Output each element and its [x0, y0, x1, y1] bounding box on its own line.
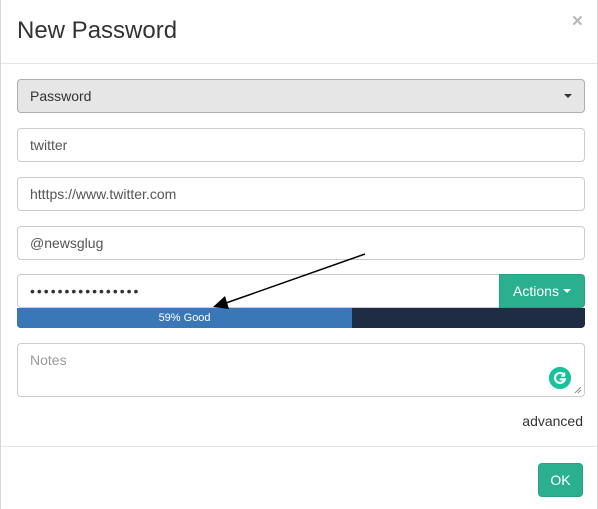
password-strength-bar: 59% Good: [17, 308, 585, 328]
strength-label: 59% Good: [158, 312, 211, 324]
advanced-link[interactable]: advanced: [522, 413, 583, 429]
caret-down-icon: [562, 289, 571, 294]
dialog-title: New Password: [17, 17, 178, 44]
title-value: twitter: [30, 137, 68, 153]
password-masked-value: ••••••••••••••••: [30, 283, 141, 299]
notes-textarea[interactable]: Notes: [17, 343, 585, 397]
actions-dropdown-button[interactable]: Actions: [499, 274, 585, 308]
notes-placeholder: Notes: [30, 352, 67, 368]
resize-handle-icon[interactable]: [574, 386, 582, 394]
entry-type-value: Password: [30, 88, 92, 104]
actions-label: Actions: [513, 283, 559, 299]
grammarly-icon[interactable]: [549, 367, 571, 389]
username-value: @newsglug: [30, 235, 104, 251]
url-value: htttps://www.twitter.com: [30, 186, 177, 202]
title-field[interactable]: twitter: [17, 128, 585, 162]
dialog-footer: OK: [1, 446, 597, 509]
url-field[interactable]: htttps://www.twitter.com: [17, 177, 585, 211]
dialog-header: New Password ×: [1, 0, 597, 64]
username-field[interactable]: @newsglug: [17, 226, 585, 260]
chevron-down-icon: [564, 94, 572, 98]
entry-type-select[interactable]: Password: [17, 79, 585, 113]
password-input-group: •••••••••••••••• Actions: [17, 274, 585, 308]
new-password-dialog: New Password × Password twitter htttps:/…: [0, 0, 598, 509]
close-icon[interactable]: ×: [572, 12, 583, 32]
ok-button[interactable]: OK: [538, 463, 583, 497]
password-field[interactable]: ••••••••••••••••: [17, 274, 500, 308]
